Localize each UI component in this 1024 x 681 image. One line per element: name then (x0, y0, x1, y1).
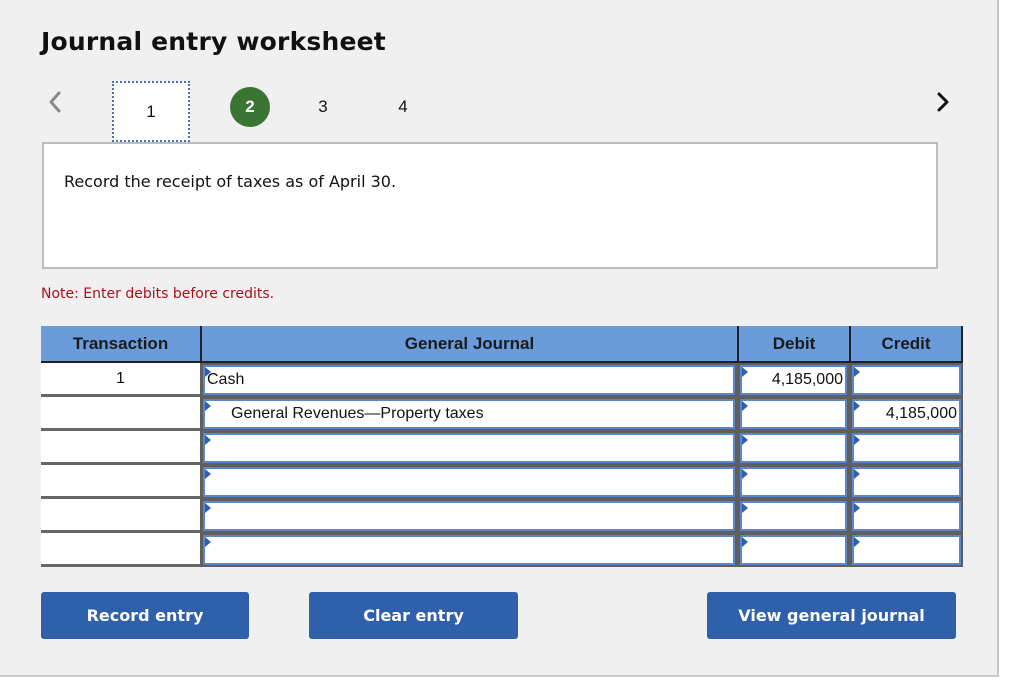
step-3-label: 3 (318, 97, 328, 116)
dropdown-marker-icon (854, 435, 860, 445)
account-cell (200, 499, 737, 533)
dropdown-marker-icon (742, 435, 748, 445)
dropdown-marker-icon (205, 401, 211, 411)
dropdown-marker-icon (205, 503, 211, 513)
debit-value: 4,185,000 (771, 371, 843, 388)
chevron-left-icon (49, 91, 61, 113)
dropdown-marker-icon (854, 503, 860, 513)
debit-input[interactable]: 4,185,000 (740, 365, 847, 395)
account-input[interactable] (203, 433, 735, 463)
credit-cell (849, 499, 963, 533)
account-cell (200, 465, 737, 499)
account-cell: General Revenues—Property taxes (200, 397, 737, 431)
debit-cell (737, 499, 849, 533)
credit-input[interactable] (852, 467, 961, 497)
transaction-description: Record the receipt of taxes as of April … (64, 172, 397, 191)
transaction-cell (41, 397, 200, 431)
record-entry-button[interactable]: Record entry (41, 592, 249, 639)
credit-cell (849, 431, 963, 465)
dropdown-marker-icon (205, 435, 211, 445)
debit-input[interactable] (740, 399, 847, 429)
transaction-cell: 1 (41, 363, 200, 397)
step-tab-4[interactable]: 4 (393, 87, 413, 127)
debit-input[interactable] (740, 433, 847, 463)
debit-cell (737, 465, 849, 499)
credit-input[interactable] (852, 501, 961, 531)
credit-cell: 4,185,000 (849, 397, 963, 431)
dropdown-marker-icon (854, 469, 860, 479)
account-cell (200, 533, 737, 567)
account-cell (200, 431, 737, 465)
clear-entry-button[interactable]: Clear entry (309, 592, 518, 639)
dropdown-marker-icon (854, 401, 860, 411)
debit-cell (737, 431, 849, 465)
previous-step-button[interactable] (44, 88, 68, 116)
account-input[interactable] (203, 467, 735, 497)
debit-input[interactable] (740, 467, 847, 497)
dropdown-marker-icon (205, 537, 211, 547)
dropdown-marker-icon (742, 367, 748, 377)
credit-input[interactable]: 4,185,000 (852, 399, 961, 429)
credit-cell (849, 533, 963, 567)
chevron-right-icon (937, 92, 949, 112)
column-header-general-journal: General Journal (200, 326, 737, 363)
debit-input[interactable] (740, 535, 847, 565)
credit-cell (849, 363, 963, 397)
table-row (41, 533, 963, 567)
account-input[interactable] (203, 501, 735, 531)
debit-cell: 4,185,000 (737, 363, 849, 397)
account-input[interactable]: General Revenues—Property taxes (203, 399, 735, 429)
instruction-note: Note: Enter debits before credits. (41, 286, 275, 302)
debit-cell (737, 397, 849, 431)
dropdown-marker-icon (742, 469, 748, 479)
credit-input[interactable] (852, 535, 961, 565)
transaction-cell (41, 499, 200, 533)
account-input[interactable]: Cash (203, 365, 735, 395)
step-tab-2[interactable]: 2 (230, 87, 270, 127)
credit-input[interactable] (852, 365, 961, 395)
step-2-label: 2 (245, 97, 255, 116)
transaction-description-box: Record the receipt of taxes as of April … (42, 142, 938, 269)
dropdown-marker-icon (854, 537, 860, 547)
account-cell: Cash (200, 363, 737, 397)
account-value: General Revenues—Property taxes (231, 405, 484, 422)
step-tab-1[interactable]: 1 (112, 81, 190, 142)
table-row (41, 431, 963, 465)
dropdown-marker-icon (742, 503, 748, 513)
column-header-credit: Credit (849, 326, 963, 363)
step-completed-badge: 2 (230, 87, 270, 127)
dropdown-marker-icon (854, 367, 860, 377)
table-row (41, 465, 963, 499)
step-1-label: 1 (146, 101, 156, 121)
account-input[interactable] (203, 535, 735, 565)
dropdown-marker-icon (205, 469, 211, 479)
dropdown-marker-icon (205, 367, 211, 377)
view-general-journal-button[interactable]: View general journal (707, 592, 956, 639)
step-4-label: 4 (398, 97, 408, 116)
worksheet-title: Journal entry worksheet (41, 27, 386, 56)
transaction-cell (41, 465, 200, 499)
step-tab-3[interactable]: 3 (313, 87, 333, 127)
table-row: 1 Cash 4,185,000 (41, 363, 963, 397)
worksheet-panel: Journal entry worksheet 1 2 3 4 Record t… (0, 0, 999, 677)
dropdown-marker-icon (742, 401, 748, 411)
credit-input[interactable] (852, 433, 961, 463)
transaction-cell (41, 431, 200, 465)
column-header-transaction: Transaction (41, 326, 200, 363)
debit-cell (737, 533, 849, 567)
transaction-cell (41, 533, 200, 567)
debit-input[interactable] (740, 501, 847, 531)
table-row (41, 499, 963, 533)
dropdown-marker-icon (742, 537, 748, 547)
account-value: Cash (207, 371, 245, 388)
credit-value: 4,185,000 (885, 405, 957, 422)
next-step-button[interactable] (930, 88, 954, 116)
column-header-debit: Debit (737, 326, 849, 363)
table-row: General Revenues—Property taxes 4,185,000 (41, 397, 963, 431)
credit-cell (849, 465, 963, 499)
